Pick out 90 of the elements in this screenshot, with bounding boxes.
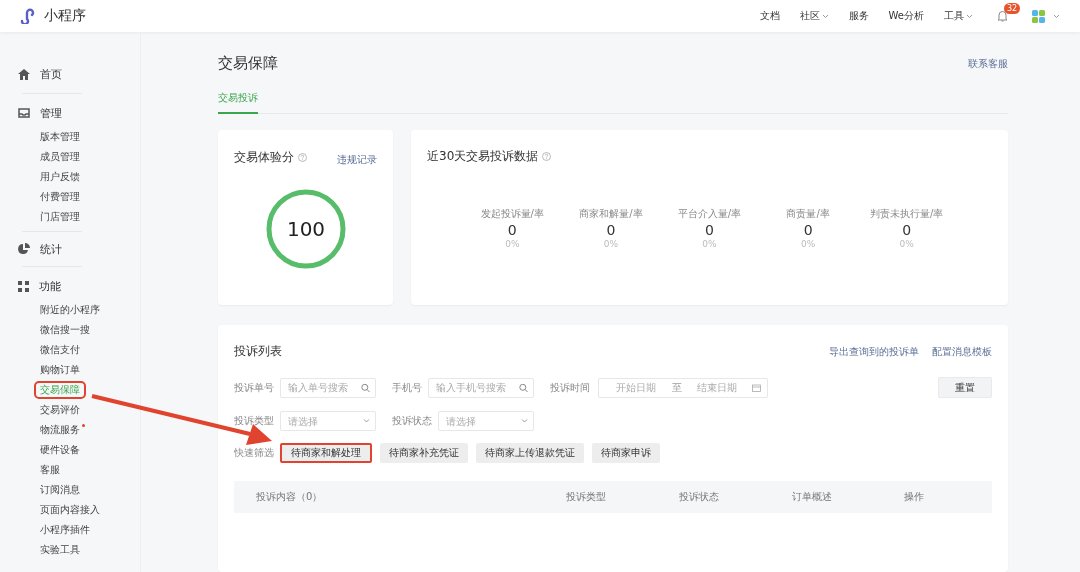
sidebar-item[interactable]: 微信搜一搜: [40, 320, 90, 340]
nav-link[interactable]: 社区: [799, 9, 829, 23]
sidebar-item[interactable]: 用户反馈: [40, 167, 80, 187]
sidebar-item[interactable]: 硬件设备: [40, 440, 80, 460]
help-icon: [542, 152, 552, 161]
metric-rate: 0%: [702, 239, 717, 249]
page-title: 交易保障: [218, 54, 278, 73]
inbox-icon: [18, 108, 30, 118]
nav-link[interactable]: 文档: [759, 9, 780, 23]
filter-label: 投诉状态: [392, 414, 432, 428]
section-title: 投诉列表: [234, 343, 282, 360]
sidebar-item[interactable]: 客服: [40, 460, 60, 480]
search-icon: [361, 383, 370, 392]
sidebar-group[interactable]: 统计: [40, 241, 62, 257]
metric-rate: 0%: [603, 239, 619, 249]
chevron-down-icon: [363, 418, 370, 424]
metric-label: 商责量/率: [786, 207, 830, 221]
nav-link[interactable]: 工具: [944, 9, 973, 23]
sidebar-group[interactable]: 功能: [39, 278, 61, 294]
action-link[interactable]: 导出查询到的投诉单: [829, 344, 919, 359]
chevron-down-icon: [521, 418, 528, 424]
home-icon: [18, 68, 30, 80]
sidebar-item[interactable]: 小程序插件: [40, 520, 90, 540]
quick-filter-button[interactable]: 待商家申诉: [592, 443, 660, 463]
sidebar-item[interactable]: 微信支付: [40, 340, 80, 360]
select-field[interactable]: 请选择: [280, 411, 376, 431]
card-title: 近30天交易投诉数据: [427, 148, 539, 165]
column-header: 投诉内容（0）: [256, 490, 324, 504]
filter-label: 投诉类型: [234, 414, 274, 428]
action-link[interactable]: 配置消息模板: [932, 344, 992, 359]
sidebar-item[interactable]: 交易评价: [40, 400, 80, 420]
sidebar-item[interactable]: 订阅消息: [40, 480, 80, 500]
metric-label: 商家和解量/率: [579, 207, 643, 221]
sidebar-item[interactable]: 成员管理: [40, 147, 80, 167]
violation-link[interactable]: 违规记录: [337, 154, 377, 165]
filter-label: 手机号: [392, 380, 422, 395]
logo-text: 小程序: [44, 7, 86, 25]
metric-value: 0: [705, 222, 714, 238]
sidebar-item[interactable]: 物流服务: [40, 420, 80, 440]
reset-button[interactable]: 重置: [938, 377, 992, 398]
nav-link[interactable]: 服务: [848, 9, 869, 23]
quick-filter-button[interactable]: 待商家上传退款凭证: [476, 443, 584, 463]
start-date-input[interactable]: 开始日期: [605, 382, 668, 393]
metric-label: 发起投诉量/率: [480, 207, 544, 221]
app-grid-icon[interactable]: [1032, 9, 1045, 23]
sidebar-item[interactable]: 付费管理: [40, 187, 80, 207]
column-header: 订单概述: [792, 490, 833, 504]
range-separator: 至: [671, 380, 682, 395]
sidebar-group[interactable]: 首页: [40, 66, 62, 82]
bell-icon: [997, 10, 1008, 22]
metric-rate: 0%: [800, 239, 816, 249]
metric-value: 0: [902, 222, 912, 238]
metric-value: 0: [507, 222, 517, 238]
search-field[interactable]: 输入手机号搜索: [428, 377, 534, 398]
sidebar-item[interactable]: 购物订单: [40, 360, 80, 380]
grid-icon: [18, 280, 29, 292]
sidebar-item[interactable]: 页面内容接入: [40, 500, 100, 520]
sidebar-item[interactable]: 实验工具: [40, 540, 80, 560]
filter-label: 投诉时间: [550, 380, 590, 395]
filter-label: 快速筛选: [234, 446, 274, 460]
search-field[interactable]: 输入单号搜索: [280, 377, 376, 398]
sidebar-group[interactable]: 管理: [40, 105, 62, 121]
sidebar-item[interactable]: 版本管理: [40, 127, 80, 147]
end-date-input[interactable]: 结束日期: [685, 382, 748, 393]
notification-bell[interactable]: [997, 10, 1008, 22]
metric-label: 平台介入量/率: [677, 207, 742, 221]
calendar-icon: [752, 383, 761, 392]
quick-filter-button[interactable]: 待商家和解处理: [280, 443, 372, 463]
column-header: 投诉类型: [566, 490, 607, 504]
card-title: 交易体验分: [234, 149, 294, 166]
sidebar-item[interactable]: 门店管理: [40, 207, 80, 227]
filter-label: 投诉单号: [234, 380, 274, 395]
metric-value: 0: [803, 222, 813, 238]
quick-filter-button[interactable]: 待商家补充凭证: [380, 443, 468, 463]
metric-rate: 0%: [505, 239, 520, 249]
metric-value: 0: [606, 222, 616, 238]
select-field[interactable]: 请选择: [438, 411, 534, 431]
column-header: 投诉状态: [679, 490, 720, 504]
nav-link[interactable]: We分析: [888, 9, 924, 23]
contact-link[interactable]: 联系客服: [968, 56, 1008, 71]
chevron-down-icon: [1053, 13, 1060, 19]
metric-label: 判责未执行量/率: [870, 207, 944, 221]
score-value: 100: [286, 217, 325, 241]
column-header: 操作: [904, 490, 925, 504]
sidebar-item[interactable]: 附近的小程序: [40, 300, 100, 320]
search-icon: [519, 383, 528, 392]
pie-chart-icon: [18, 243, 30, 255]
notification-badge: 32: [1004, 3, 1021, 14]
help-icon: [298, 153, 307, 162]
metric-rate: 0%: [899, 239, 914, 249]
